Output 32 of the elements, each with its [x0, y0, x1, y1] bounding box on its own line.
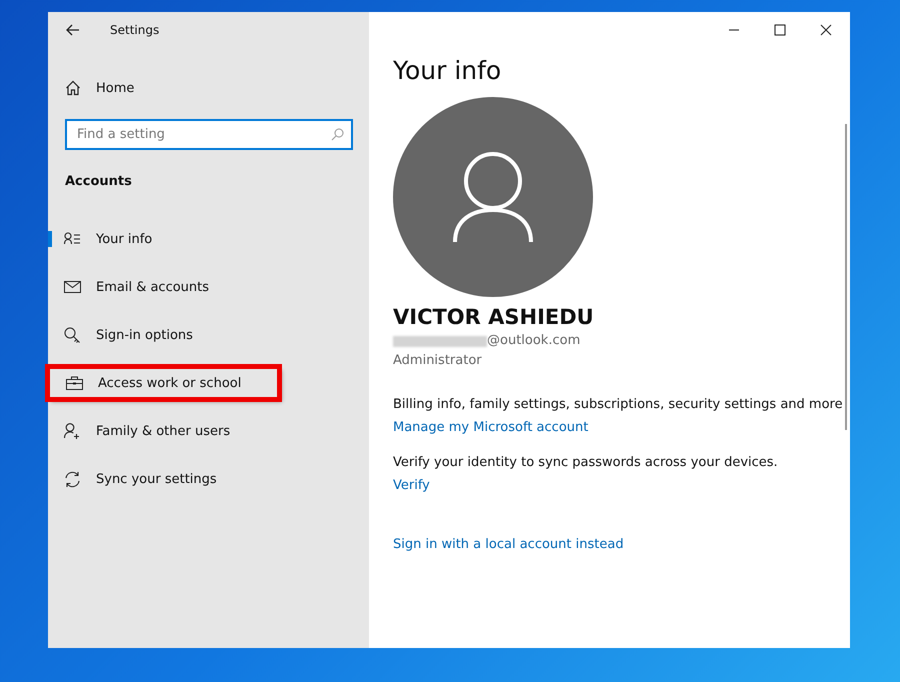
sidebar-item[interactable]: Sign-in options — [48, 319, 369, 351]
briefcase-icon — [66, 376, 83, 390]
sidebar-item[interactable]: Your info — [48, 223, 369, 255]
person-list-icon — [64, 232, 81, 246]
user-role: Administrator — [393, 352, 482, 370]
home-icon — [65, 80, 81, 96]
key-icon — [64, 326, 81, 344]
search-field[interactable]: Find a setting — [65, 119, 353, 150]
user-name: VICTOR ASHIEDU — [393, 305, 594, 329]
avatar-icon — [393, 97, 593, 297]
description-text: Verify your identity to sync passwords across your devices. — [393, 455, 778, 470]
user-email: @outlook.com — [487, 332, 580, 350]
link[interactable]: Manage my Microsoft account — [393, 420, 843, 435]
link[interactable]: Sign in with a local account instead — [393, 537, 624, 552]
description-text: Billing info, family settings, subscriptions, security settings and more — [393, 397, 843, 412]
scrollbar[interactable] — [845, 124, 847, 430]
home-item[interactable]: Home — [65, 78, 369, 98]
close-icon[interactable] — [820, 24, 832, 36]
window-title: Settings — [110, 23, 160, 37]
sidebar-item[interactable]: Access work or school — [48, 367, 279, 399]
link[interactable]: Verify — [393, 478, 778, 493]
sidebar-item[interactable]: Sync your settings — [48, 463, 369, 495]
back-arrow-icon[interactable] — [66, 24, 80, 36]
sync-icon — [64, 470, 81, 488]
sidebar-item[interactable]: Email & accounts — [48, 271, 369, 303]
mail-icon — [64, 281, 81, 293]
page-title: Your info — [393, 56, 502, 85]
person-add-icon — [64, 422, 81, 440]
maximize-icon[interactable] — [774, 24, 786, 36]
search-icon — [331, 128, 344, 141]
sidebar-item[interactable]: Family & other users — [48, 415, 369, 447]
section-heading: Accounts — [65, 174, 133, 189]
